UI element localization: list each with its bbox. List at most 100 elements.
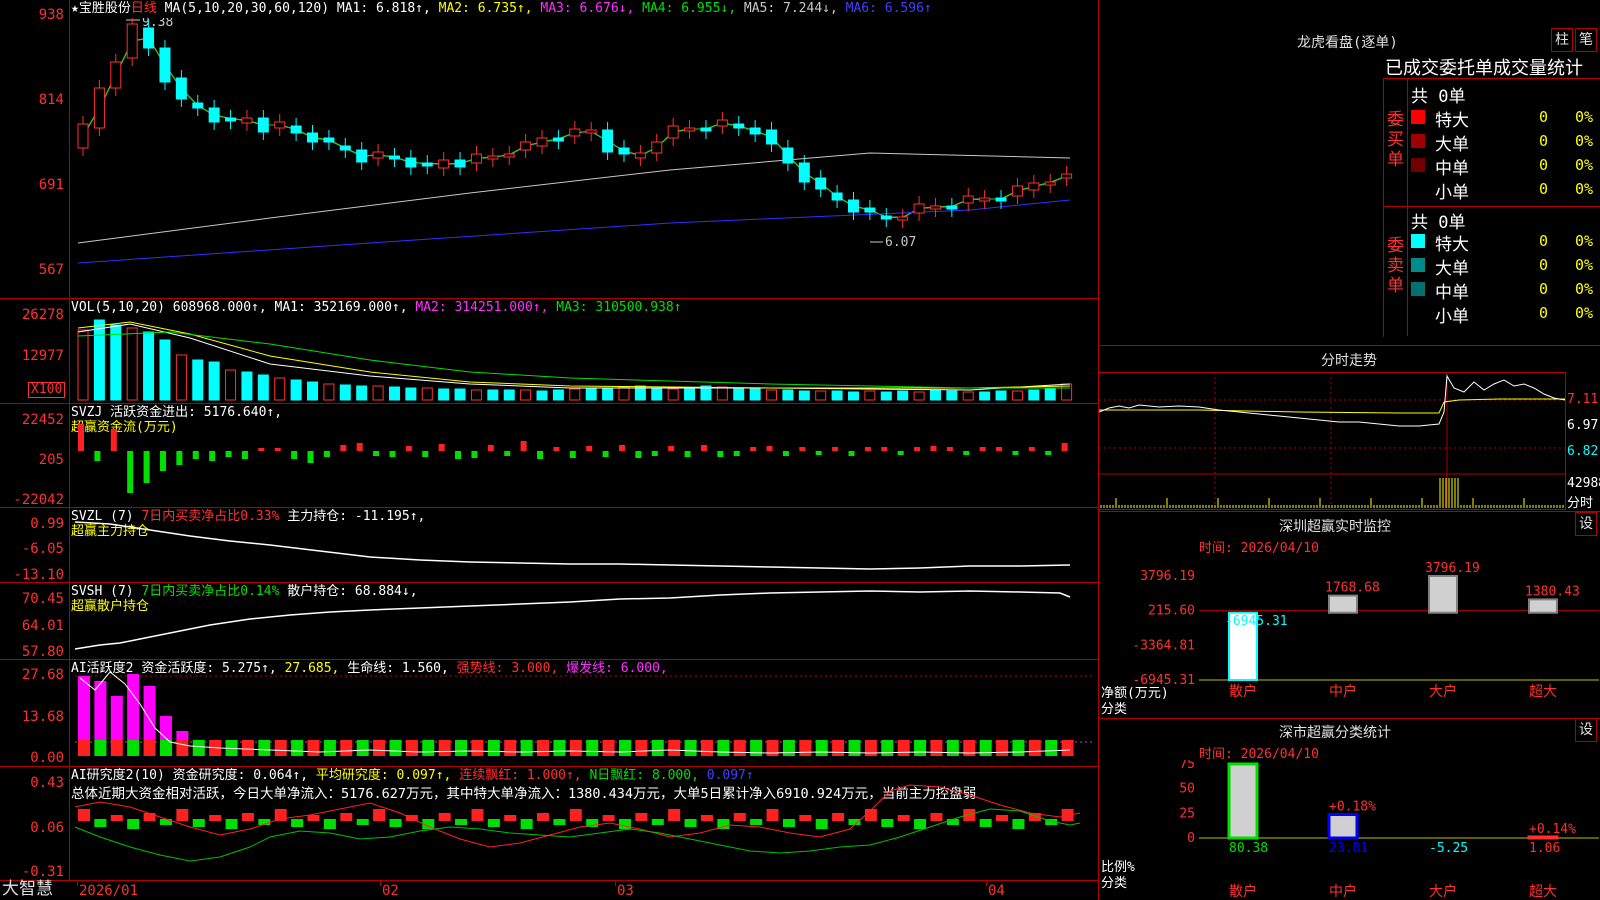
- stats-x-label: 散户: [1229, 883, 1257, 900]
- activity-base: [635, 740, 648, 756]
- activity-base: [389, 740, 402, 756]
- flow-bar: [143, 451, 150, 483]
- research-bar: [438, 813, 451, 821]
- buy-label: 委买单: [1387, 110, 1404, 170]
- candle-body: [1028, 182, 1040, 191]
- activity-base: [700, 740, 713, 756]
- activity-base: [717, 740, 730, 756]
- activity-bar: [159, 716, 172, 740]
- research-bar: [373, 809, 386, 821]
- volume-bar: [110, 324, 122, 401]
- research-bar: [192, 819, 205, 827]
- order-pct: 0%: [1575, 108, 1594, 126]
- stats-settings-button[interactable]: 设: [1575, 718, 1597, 742]
- volume-bar: [684, 387, 696, 401]
- candle-body: [913, 203, 925, 214]
- activity-base: [127, 740, 140, 756]
- research-bar: [127, 819, 140, 829]
- panel-divider: [0, 880, 1098, 881]
- volume-bar: [405, 387, 417, 401]
- candle-body: [487, 155, 499, 160]
- period-label[interactable]: 日线: [131, 1, 157, 16]
- flow-bar: [356, 443, 363, 451]
- activity-base: [422, 740, 435, 756]
- flow-bar: [700, 445, 707, 451]
- flow-bar: [832, 447, 839, 451]
- candlestick-chart[interactable]: 9.38 6.07: [70, 18, 1098, 298]
- flow-bar: [733, 451, 740, 456]
- research-bar: [94, 819, 107, 827]
- svzl-ytick: 0.99: [30, 516, 64, 532]
- volume-bar: [388, 386, 400, 401]
- ai1-ytick: 27.68: [21, 667, 64, 683]
- activity-base: [455, 740, 468, 756]
- activity-base: [340, 740, 353, 756]
- candle-body: [241, 117, 253, 124]
- order-color-swatch: [1411, 110, 1425, 124]
- candle-body: [995, 197, 1007, 202]
- research-bar: [979, 819, 992, 827]
- vol-name: VOL(5,10,20): [71, 300, 165, 315]
- volume-bar: [864, 390, 876, 401]
- svzj-ytick: 22452: [21, 412, 64, 428]
- activity-base: [733, 740, 746, 756]
- bar-view-button[interactable]: 柱: [1551, 28, 1573, 52]
- volume-bar: [454, 388, 466, 401]
- order-color-swatch: [1411, 182, 1425, 196]
- monitor-x-label: 散户: [1229, 683, 1257, 700]
- monitor-bar-chart[interactable]: -6945.31 1768.68 3796.19 1380.43 3796.19 215.…: [1099, 560, 1600, 720]
- ma4-value: MA4: 6.955↓,: [642, 1, 737, 16]
- panel-divider: [1099, 511, 1600, 512]
- flow-bar: [914, 447, 921, 451]
- candle-body: [602, 129, 614, 153]
- monitor-settings-button[interactable]: 设: [1575, 512, 1597, 536]
- research-bar: [455, 819, 468, 825]
- activity-base: [979, 740, 992, 756]
- activity-base: [848, 740, 861, 756]
- panel-divider: [0, 298, 1098, 299]
- dragon-title: 龙虎看盘(逐单): [1297, 35, 1398, 51]
- order-pct: 0%: [1575, 132, 1594, 150]
- research-bar: [143, 813, 156, 821]
- volume-bar: [290, 379, 302, 401]
- flow-bar: [176, 451, 183, 465]
- order-color-swatch: [1411, 134, 1425, 148]
- research-bar: [520, 819, 533, 829]
- candle-body: [864, 207, 876, 213]
- minute-ytick: 6.97: [1567, 418, 1599, 433]
- minute-title: 分时走势: [1321, 353, 1377, 369]
- candle-body: [618, 147, 630, 155]
- volume-bar: [798, 390, 810, 401]
- stats-bar-chart[interactable]: 80.38 -0.72% 23.81 +0.18% -5.25 1.06 +0.14% 75 5…: [1099, 760, 1600, 900]
- flow-bar: [1061, 443, 1068, 451]
- activity-base: [78, 740, 90, 756]
- volume-bar: [913, 391, 925, 401]
- volume-bar: [257, 374, 269, 401]
- stats-title: 深市超赢分类统计: [1279, 725, 1391, 741]
- activity-base: [864, 740, 877, 756]
- flow-bar: [471, 451, 478, 458]
- activity-base: [782, 740, 795, 756]
- monitor-bar-label: 3796.19: [1425, 561, 1480, 576]
- monitor-ytick: -6945.31: [1132, 673, 1195, 688]
- candle-body: [356, 149, 368, 163]
- flow-bar: [881, 447, 888, 451]
- tick-view-button[interactable]: 笔: [1575, 28, 1597, 52]
- volume-bar: [503, 389, 515, 401]
- candle-body: [438, 159, 450, 169]
- minute-chart[interactable]: [1099, 372, 1565, 508]
- candle-body: [585, 129, 597, 134]
- candle-body: [962, 195, 974, 204]
- stock-title[interactable]: ★宝胜股份: [71, 1, 131, 16]
- order-type-name: 小单: [1435, 307, 1469, 327]
- activity-base: [618, 740, 631, 756]
- stats-ytick: 75: [1179, 760, 1195, 772]
- flow-bar: [94, 451, 101, 461]
- volume-bar: [93, 319, 105, 401]
- candle-body: [110, 61, 122, 89]
- research-bar: [996, 815, 1009, 821]
- activity-base: [766, 740, 779, 756]
- research-bar: [733, 813, 746, 821]
- volume-bar: [470, 389, 482, 401]
- research-bar: [78, 809, 90, 821]
